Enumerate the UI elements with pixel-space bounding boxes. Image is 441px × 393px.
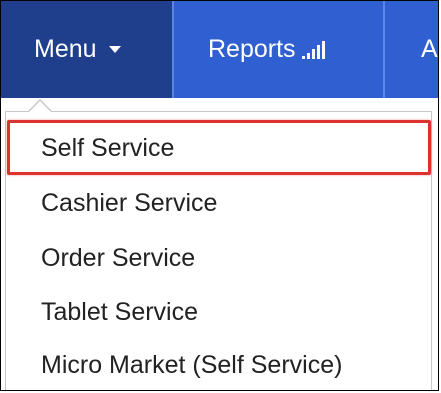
menu-item-tablet-service[interactable]: Tablet Service [41,298,198,327]
top-navbar: Menu Reports A [1,1,438,98]
menu-item-order-service[interactable]: Order Service [41,244,195,273]
nav-reports-button[interactable]: Reports [174,1,383,98]
nav-truncated-button[interactable]: A [385,1,438,98]
nav-truncated-label: A [421,35,438,63]
nav-menu-label: Menu [34,35,97,63]
bar-chart-icon [301,40,325,59]
dropdown-pointer-fill [28,101,52,113]
screenshot-frame: Menu Reports A Self Service Cashier Serv… [0,0,439,391]
menu-item-self-service[interactable]: Self Service [41,134,174,163]
menu-item-micro-market[interactable]: Micro Market (Self Service) [41,351,342,380]
nav-menu-button[interactable]: Menu [1,1,172,98]
nav-reports-label: Reports [208,35,296,63]
menu-item-cashier-service[interactable]: Cashier Service [41,189,217,218]
caret-down-icon [108,46,121,53]
